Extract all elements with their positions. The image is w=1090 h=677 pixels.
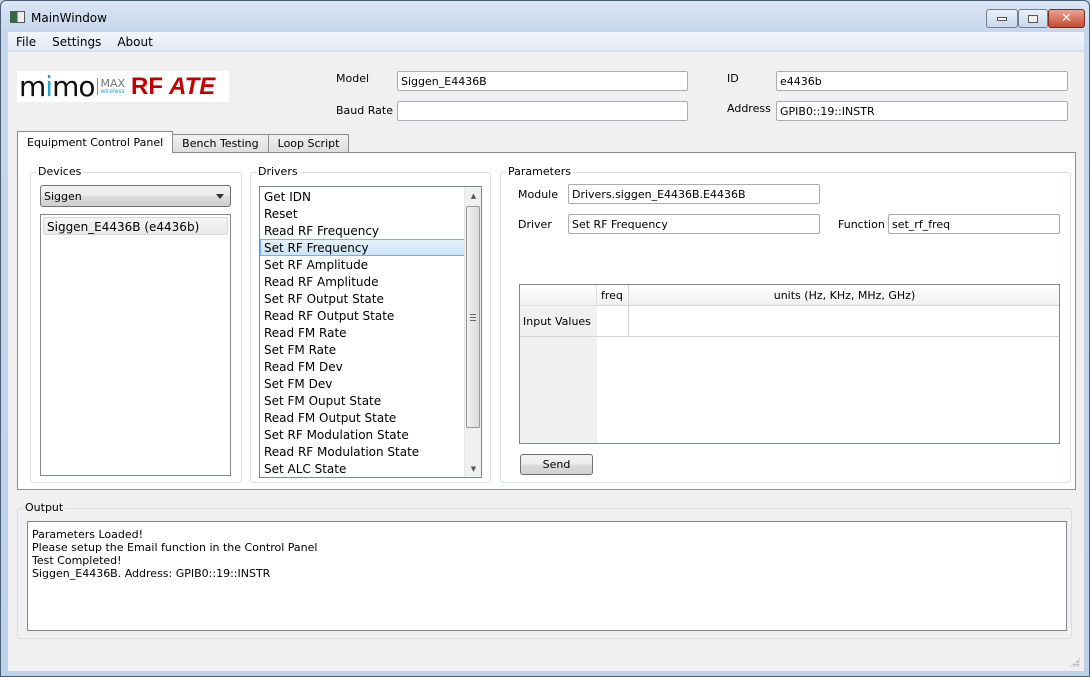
cell-freq[interactable] bbox=[597, 306, 629, 337]
driver-list-item[interactable]: Read RF Output State bbox=[260, 307, 481, 324]
driver-list-scrollbar[interactable]: ▲ ▼ bbox=[464, 187, 481, 477]
driver-list-item[interactable]: Set RF Output State bbox=[260, 290, 481, 307]
grip-icon bbox=[470, 313, 476, 321]
cell-units[interactable] bbox=[629, 306, 1059, 337]
driver-list-item[interactable]: Get IDN bbox=[260, 188, 481, 205]
function-field[interactable]: set_rf_freq bbox=[888, 214, 1060, 234]
driver-list-item[interactable]: Read FM Rate bbox=[260, 324, 481, 341]
logo: mimo MAX wireless RF ATE bbox=[17, 71, 229, 102]
output-line: Siggen_E4436B. Address: GPIB0::19::INSTR bbox=[32, 567, 271, 580]
address-field[interactable]: GPIB0::19::INSTR bbox=[776, 101, 1068, 121]
row-header-input-values[interactable]: Input Values bbox=[520, 306, 597, 337]
logo-mimo: mimo bbox=[19, 69, 95, 103]
driver-list-item[interactable]: Read RF Amplitude bbox=[260, 273, 481, 290]
row-header-fill bbox=[520, 337, 597, 443]
driver-label: Driver bbox=[518, 218, 552, 231]
model-field[interactable]: Siggen_E4436B bbox=[397, 71, 688, 91]
driver-list-item[interactable]: Read FM Dev bbox=[260, 358, 481, 375]
driver-field[interactable]: Set RF Frequency bbox=[568, 214, 820, 234]
minimize-icon bbox=[997, 16, 1007, 21]
drivers-title: Drivers bbox=[256, 165, 300, 178]
table-corner bbox=[520, 285, 597, 306]
input-values-table: freq units (Hz, KHz, MHz, GHz) Input Val… bbox=[519, 284, 1060, 444]
driver-list-item[interactable]: Set RF Amplitude bbox=[260, 256, 481, 273]
output-title: Output bbox=[23, 501, 66, 514]
module-field[interactable]: Drivers.siggen_E4436B.E4436B bbox=[568, 184, 820, 204]
device-list-item[interactable]: Siggen_E4436B (e4436b) bbox=[43, 217, 228, 235]
close-button[interactable]: ✕ bbox=[1048, 9, 1085, 28]
address-label: Address bbox=[727, 102, 771, 115]
driver-list-item[interactable]: Read RF Frequency bbox=[260, 222, 481, 239]
scroll-up-icon[interactable]: ▲ bbox=[465, 187, 481, 204]
device-type-combo[interactable]: Siggen bbox=[40, 185, 231, 207]
driver-list: Get IDN Reset Read RF Frequency Set RF Freq… bbox=[259, 186, 482, 478]
tab-bar: Equipment Control Panel Bench Testing Lo… bbox=[17, 131, 350, 153]
title-bar[interactable]: MainWindow ✕ bbox=[1, 1, 1089, 33]
driver-list-item[interactable]: Set RF Modulation State bbox=[260, 426, 481, 443]
function-label: Function bbox=[838, 218, 885, 231]
tab-loop-script[interactable]: Loop Script bbox=[267, 134, 350, 153]
scroll-thumb[interactable] bbox=[466, 206, 480, 428]
driver-list-item[interactable]: Set ALC State bbox=[260, 460, 481, 477]
column-header-freq[interactable]: freq bbox=[597, 285, 629, 306]
menu-settings[interactable]: Settings bbox=[44, 35, 109, 49]
window-title: MainWindow bbox=[31, 11, 107, 25]
id-label: ID bbox=[727, 72, 739, 85]
logo-ate: ATE bbox=[169, 72, 216, 100]
logo-max: MAX wireless bbox=[97, 78, 125, 95]
output-line: Please setup the Email function in the C… bbox=[32, 541, 318, 554]
parameters-title: Parameters bbox=[506, 165, 573, 178]
output-line: Test Completed! bbox=[32, 554, 122, 567]
maximize-icon bbox=[1028, 14, 1038, 23]
driver-list-item[interactable]: Reset bbox=[260, 205, 481, 222]
maximize-button[interactable] bbox=[1018, 9, 1048, 28]
driver-list-item[interactable]: Set FM Dev bbox=[260, 375, 481, 392]
baud-rate-field[interactable] bbox=[397, 101, 688, 121]
minimize-button[interactable] bbox=[986, 9, 1018, 28]
app-icon bbox=[10, 11, 25, 23]
device-list: Siggen_E4436B (e4436b) bbox=[40, 214, 231, 476]
close-icon: ✕ bbox=[1061, 11, 1072, 26]
model-label: Model bbox=[336, 72, 370, 85]
devices-title: Devices bbox=[36, 165, 84, 178]
driver-list-item[interactable]: Read RF Modulation State bbox=[260, 443, 481, 460]
drivers-group: Drivers Get IDN Reset Read RF Frequency Set… bbox=[250, 165, 491, 483]
output-log[interactable]: Parameters Loaded! Please setup the Email… bbox=[27, 521, 1067, 631]
module-label: Module bbox=[518, 188, 558, 201]
driver-list-item[interactable]: Set RF Frequency bbox=[260, 239, 481, 256]
menu-about[interactable]: About bbox=[109, 35, 160, 49]
devices-group: Devices Siggen Siggen_E4436B (e4436b) bbox=[30, 165, 242, 483]
scroll-down-icon[interactable]: ▼ bbox=[465, 460, 481, 477]
menu-bar: File Settings About bbox=[8, 32, 1084, 52]
baud-rate-label: Baud Rate bbox=[336, 104, 393, 117]
driver-list-item[interactable]: Set FM Ouput State bbox=[260, 392, 481, 409]
chevron-down-icon bbox=[216, 194, 224, 199]
output-line: Parameters Loaded! bbox=[32, 528, 144, 541]
id-field[interactable]: e4436b bbox=[776, 71, 1068, 91]
driver-list-item[interactable]: Set FM Rate bbox=[260, 341, 481, 358]
send-button[interactable]: Send bbox=[520, 454, 593, 475]
column-header-units[interactable]: units (Hz, KHz, MHz, GHz) bbox=[629, 285, 1059, 306]
driver-list-item[interactable]: Read FM Output State bbox=[260, 409, 481, 426]
logo-rf: RF bbox=[131, 72, 164, 100]
tab-bench-testing[interactable]: Bench Testing bbox=[172, 134, 269, 153]
device-type-value: Siggen bbox=[44, 190, 82, 203]
menu-file[interactable]: File bbox=[8, 35, 44, 49]
tab-equipment-control-panel[interactable]: Equipment Control Panel bbox=[17, 131, 174, 153]
